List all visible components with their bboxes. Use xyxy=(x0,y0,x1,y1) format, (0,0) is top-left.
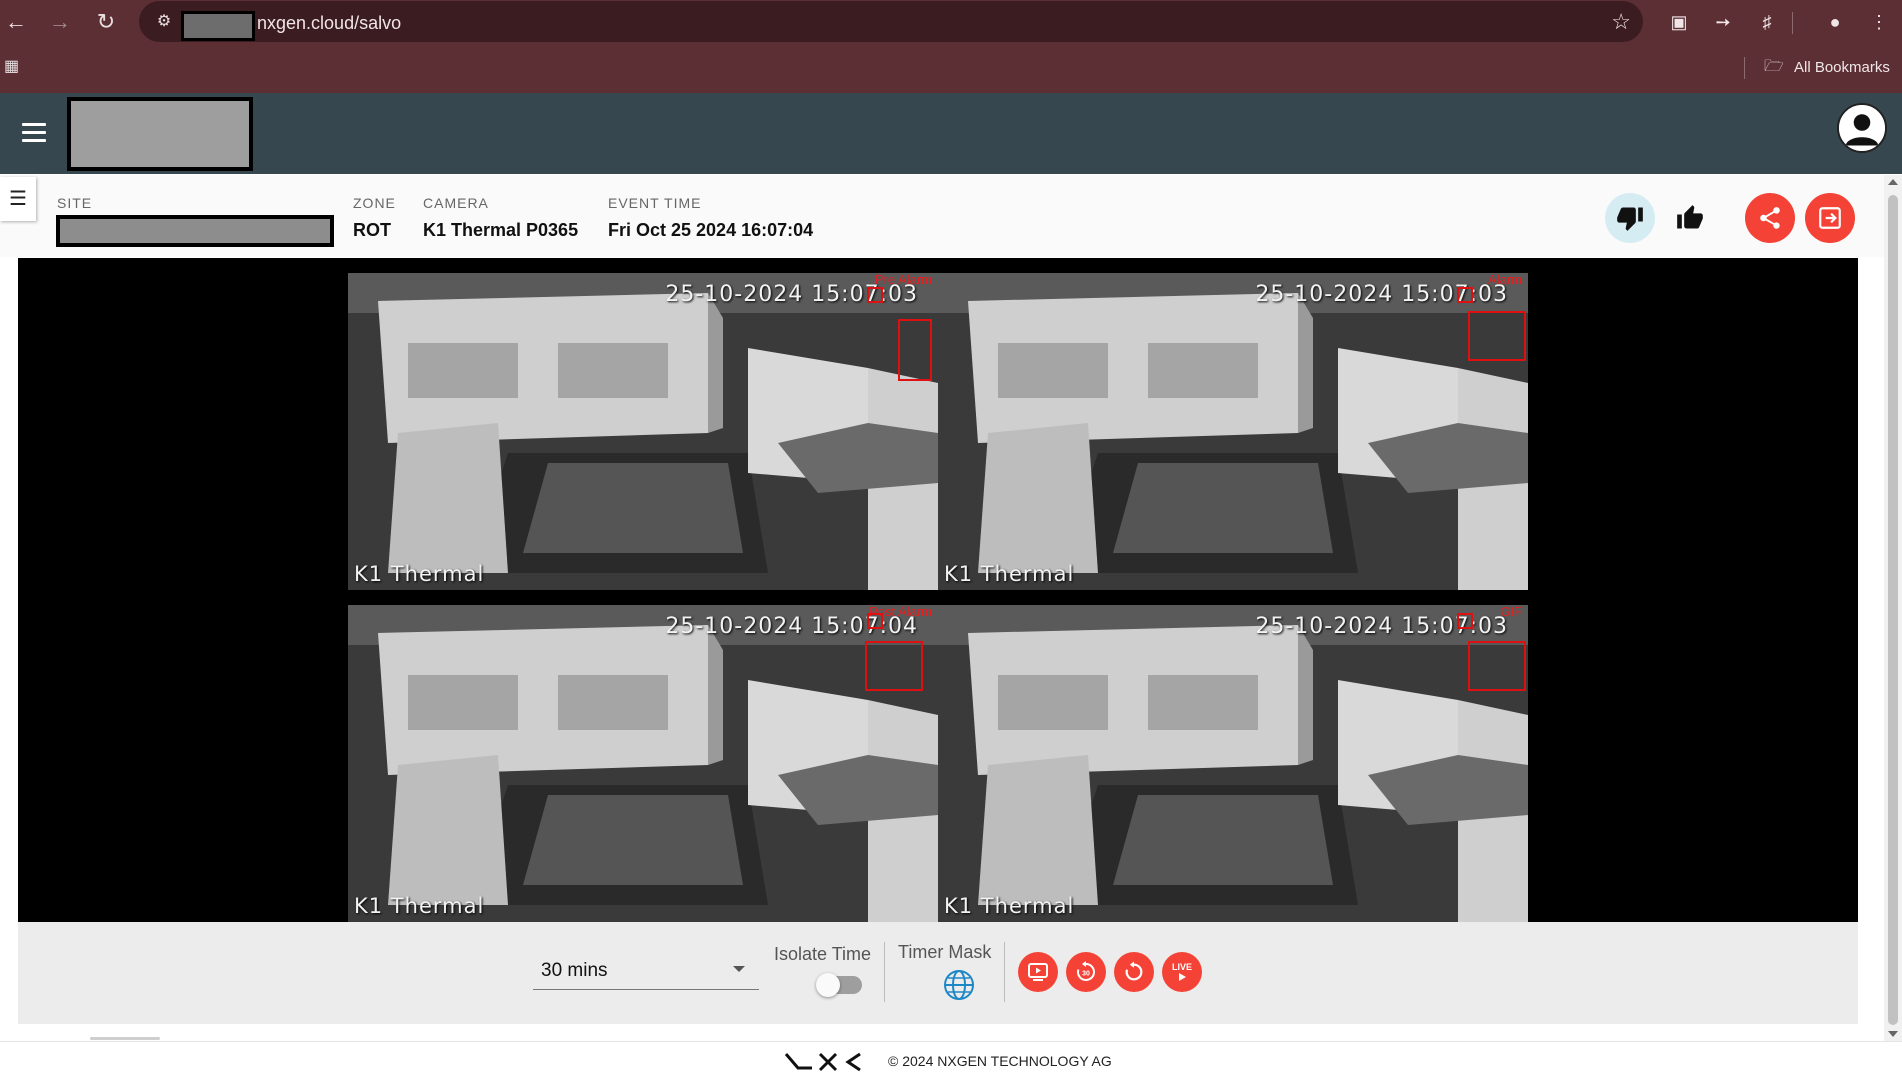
tile-camera-label: K1 Thermal xyxy=(944,894,1075,918)
play-clip-button[interactable] xyxy=(1018,952,1058,992)
apps-grid-icon[interactable]: ▦ xyxy=(4,58,22,76)
site-info-icon[interactable]: ⚙ xyxy=(153,11,175,33)
detection-box xyxy=(867,613,883,629)
thumbs-up-icon xyxy=(1677,205,1703,229)
thumbs-up-button[interactable] xyxy=(1665,193,1715,243)
toggle-knob xyxy=(816,973,840,997)
detection-box xyxy=(1468,641,1526,691)
kebab-menu-icon[interactable]: ⋮ xyxy=(1866,9,1892,35)
url-redaction xyxy=(181,11,255,41)
thermal-frame xyxy=(938,605,1528,922)
tile-camera-label: K1 Thermal xyxy=(944,562,1075,586)
extension-icon[interactable]: ▣ xyxy=(1666,9,1692,35)
browser-chrome: ← → ↻ ⚙ nxgen.cloud/salvo ☆ ▣ ➙ ♯ ● ⋮ ▦ … xyxy=(0,0,1902,93)
share-icon xyxy=(1760,207,1780,229)
refresh-button[interactable] xyxy=(1114,952,1154,992)
playback-controls: 30 mins Isolate Time Timer Mask 30 LIVE xyxy=(18,922,1858,1024)
replay-30-icon: 30 xyxy=(1077,961,1095,981)
camera-value: K1 Thermal P0365 xyxy=(423,220,579,240)
site-label: SITE xyxy=(57,195,93,211)
filter-tree-icon[interactable]: ☰ xyxy=(0,177,36,221)
camera-label: CAMERA xyxy=(423,195,489,211)
video-grid: Pre Alarm 25-10-2024 15:07:03 K1 Thermal… xyxy=(18,258,1858,922)
replay-30-button[interactable]: 30 xyxy=(1066,952,1106,992)
detection-box xyxy=(1468,311,1526,361)
scroll-up-arrow-icon[interactable] xyxy=(1888,179,1898,185)
bookmark-star-icon[interactable]: ☆ xyxy=(1611,9,1631,35)
video-tile-post-alarm[interactable]: Post Alarm 25-10-2024 15:07:04 K1 Therma… xyxy=(348,605,938,922)
globe-icon[interactable] xyxy=(942,968,976,1002)
time-range-select[interactable]: 30 mins xyxy=(533,954,759,990)
divider xyxy=(884,942,885,1002)
puzzle-icon[interactable]: ♯ xyxy=(1754,9,1780,35)
thumbs-down-button[interactable] xyxy=(1605,193,1655,243)
tile-camera-label: K1 Thermal xyxy=(354,894,485,918)
all-bookmarks-link[interactable]: All Bookmarks xyxy=(1794,59,1890,76)
scroll-thumb[interactable] xyxy=(1888,195,1898,1025)
share-button[interactable] xyxy=(1745,193,1795,243)
video-play-icon xyxy=(1028,963,1048,981)
footer: © 2024 NXGEN TECHNOLOGY AG xyxy=(0,1041,1902,1075)
event-time-label: EVENT TIME xyxy=(608,195,702,211)
detection-box xyxy=(865,641,923,691)
tile-camera-label: K1 Thermal xyxy=(354,562,485,586)
detection-box xyxy=(867,287,883,303)
bookmarks-separator xyxy=(1744,57,1745,79)
forward-arrow-icon[interactable]: → xyxy=(46,8,74,36)
user-avatar[interactable] xyxy=(1837,103,1887,153)
copyright-text: © 2024 NXGEN TECHNOLOGY AG xyxy=(888,1053,1112,1069)
nxgen-logo xyxy=(784,1052,861,1072)
detection-box xyxy=(1457,287,1473,303)
refresh-icon xyxy=(1125,961,1143,981)
divider xyxy=(1004,942,1005,1002)
nxgen-extension-icon[interactable]: ➙ xyxy=(1710,9,1736,35)
thermal-frame xyxy=(348,605,938,922)
back-arrow-icon[interactable]: ← xyxy=(2,8,30,36)
hamburger-menu-icon[interactable] xyxy=(22,123,46,143)
play-icon xyxy=(1179,972,1186,981)
toolbar-separator xyxy=(1792,12,1793,34)
scroll-down-arrow-icon[interactable] xyxy=(1888,1031,1898,1037)
thermal-frame xyxy=(348,273,938,590)
video-tile-pre-alarm[interactable]: Pre Alarm 25-10-2024 15:07:03 K1 Thermal xyxy=(348,273,938,590)
horizontal-scroll-hint xyxy=(90,1037,160,1040)
detection-box xyxy=(1457,613,1473,629)
chevron-down-icon xyxy=(733,966,745,972)
site-value-redaction xyxy=(56,215,334,247)
isolate-time-label: Isolate Time xyxy=(774,944,872,964)
address-bar[interactable]: ⚙ nxgen.cloud/salvo ☆ xyxy=(139,1,1643,42)
app-header xyxy=(0,93,1902,174)
profile-icon[interactable]: ● xyxy=(1822,9,1848,35)
zone-value: ROT xyxy=(353,220,391,240)
reload-icon[interactable]: ↻ xyxy=(92,8,120,36)
timer-mask-label: Timer Mask xyxy=(898,942,992,962)
video-tile-alarm[interactable]: Alarm 25-10-2024 15:07:03 K1 Thermal xyxy=(938,273,1528,590)
replay-30-text: 30 xyxy=(1082,971,1090,978)
zone-label: ZONE xyxy=(353,195,396,211)
url-text[interactable]: nxgen.cloud/salvo xyxy=(257,12,401,34)
detection-box xyxy=(898,319,932,381)
exit-button[interactable] xyxy=(1805,193,1855,243)
exit-icon xyxy=(1819,207,1841,229)
isolate-time-toggle[interactable] xyxy=(816,973,862,997)
live-label: LIVE xyxy=(1171,961,1192,972)
time-range-value: 30 mins xyxy=(541,960,608,981)
folder-icon: 🗁 xyxy=(1764,58,1784,75)
thumbs-down-icon xyxy=(1617,207,1643,231)
video-tile-gif[interactable]: GIF 25-10-2024 15:07:03 K1 Thermal xyxy=(938,605,1528,922)
event-info-bar: ☰ SITE ZONE ROT CAMERA K1 Thermal P0365 … xyxy=(0,175,1884,257)
logo-redaction xyxy=(67,97,253,171)
live-button[interactable]: LIVE xyxy=(1162,952,1202,992)
vertical-scrollbar[interactable] xyxy=(1884,175,1902,1041)
thermal-frame xyxy=(938,273,1528,590)
event-time-value: Fri Oct 25 2024 16:07:04 xyxy=(608,220,814,240)
